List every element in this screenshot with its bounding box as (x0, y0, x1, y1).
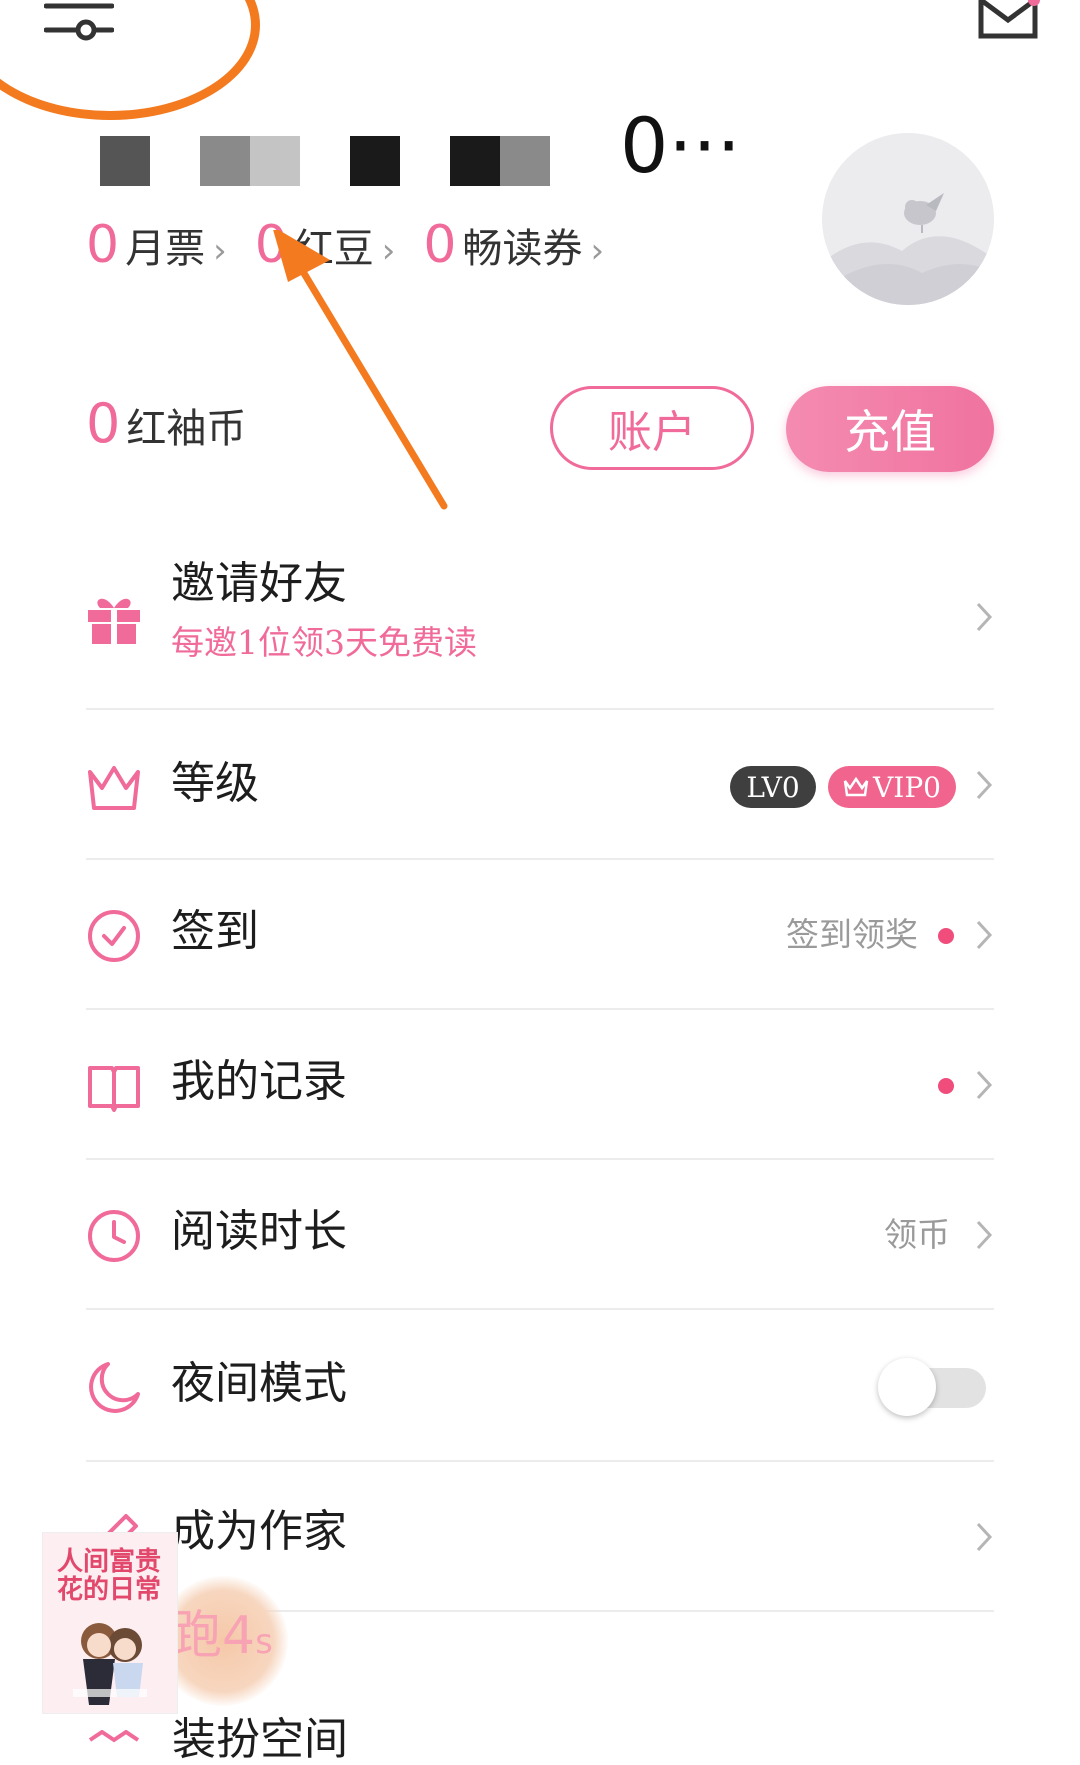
username-suffix: 0··· (620, 101, 741, 190)
promo-timer-unit: s (255, 1622, 273, 1662)
menu-item-invite[interactable]: 邀请好友 每邀1位领3天免费读 (86, 548, 994, 710)
chevron-right-icon (976, 920, 993, 950)
menu-item-records[interactable]: 我的记录 (86, 1010, 994, 1160)
stat-monthly-ticket[interactable]: 0 月票 › (86, 216, 227, 274)
menu-item-label: 成为作家 (171, 1506, 347, 1557)
coin-value: 0 (86, 392, 121, 455)
coin-balance: 0 红袖币 (86, 396, 246, 454)
menu-item-label: 签到 (171, 906, 259, 957)
menu-item-label[interactable]: 装扮空间 (172, 1718, 348, 1762)
menu-item-label: 邀请好友 (171, 558, 347, 609)
menu-item-label: 等级 (171, 758, 259, 809)
recharge-button[interactable]: 充值 (786, 386, 994, 472)
menu-item-reading-time[interactable]: 阅读时长 领币 (86, 1160, 994, 1310)
annotation-circle (0, 0, 260, 120)
check-circle-icon (88, 910, 140, 962)
gift-icon (88, 598, 140, 644)
menu-item-night-mode: 夜间模式 (86, 1310, 994, 1462)
coin-label: 红袖币 (126, 406, 247, 452)
crown-icon (88, 766, 140, 810)
claim-coins-hint: 领币 (884, 1215, 950, 1254)
menu-item-subtitle: 每邀1位领3天免费读 (171, 623, 477, 662)
unread-dot (938, 928, 954, 944)
account-button[interactable]: 账户 (550, 386, 754, 470)
toggle-knob (878, 1358, 936, 1416)
stat-label: 月票 (125, 226, 206, 272)
checkin-reward-hint: 签到领奖 (786, 915, 918, 954)
moon-icon (89, 1362, 140, 1413)
mail-icon[interactable] (978, 0, 1038, 40)
chevron-right-icon (976, 1522, 993, 1552)
menu-item-label: 阅读时长 (171, 1206, 347, 1257)
book-icon (88, 1066, 140, 1112)
promo-book-title: 人间富贵花的日常 (56, 1547, 161, 1605)
promo-countdown: 跑4s (170, 1610, 273, 1662)
vip-badge: VIP0 (828, 766, 956, 808)
vip-badge-label: VIP0 (873, 770, 941, 804)
annotation-arrow (273, 230, 448, 510)
chevron-right-icon (976, 1070, 993, 1100)
menu-item-checkin[interactable]: 签到 签到领奖 (86, 860, 994, 1010)
level-badge: LV0 (730, 766, 816, 808)
chevron-right-icon: › (590, 231, 605, 271)
stat-value: 0 (86, 215, 120, 275)
avatar[interactable] (822, 133, 994, 305)
chevron-right-icon: › (213, 231, 227, 271)
chevron-right-icon (976, 770, 993, 800)
night-mode-toggle[interactable] (878, 1358, 990, 1416)
crown-icon (843, 777, 869, 797)
stat-label: 畅读券 (462, 226, 583, 272)
username-obscured (100, 135, 550, 187)
menu-item-label: 我的记录 (171, 1056, 347, 1107)
clock-icon (88, 1210, 140, 1262)
chevron-right-icon (976, 1220, 993, 1250)
unread-dot (938, 1078, 954, 1094)
menu-item-label: 夜间模式 (171, 1358, 347, 1409)
promo-timer-value: 4 (222, 1606, 256, 1666)
menu-item-level[interactable]: 等级 LV0 VIP0 (86, 710, 994, 860)
dress-up-icon (88, 1730, 140, 1743)
chevron-right-icon (976, 602, 993, 632)
